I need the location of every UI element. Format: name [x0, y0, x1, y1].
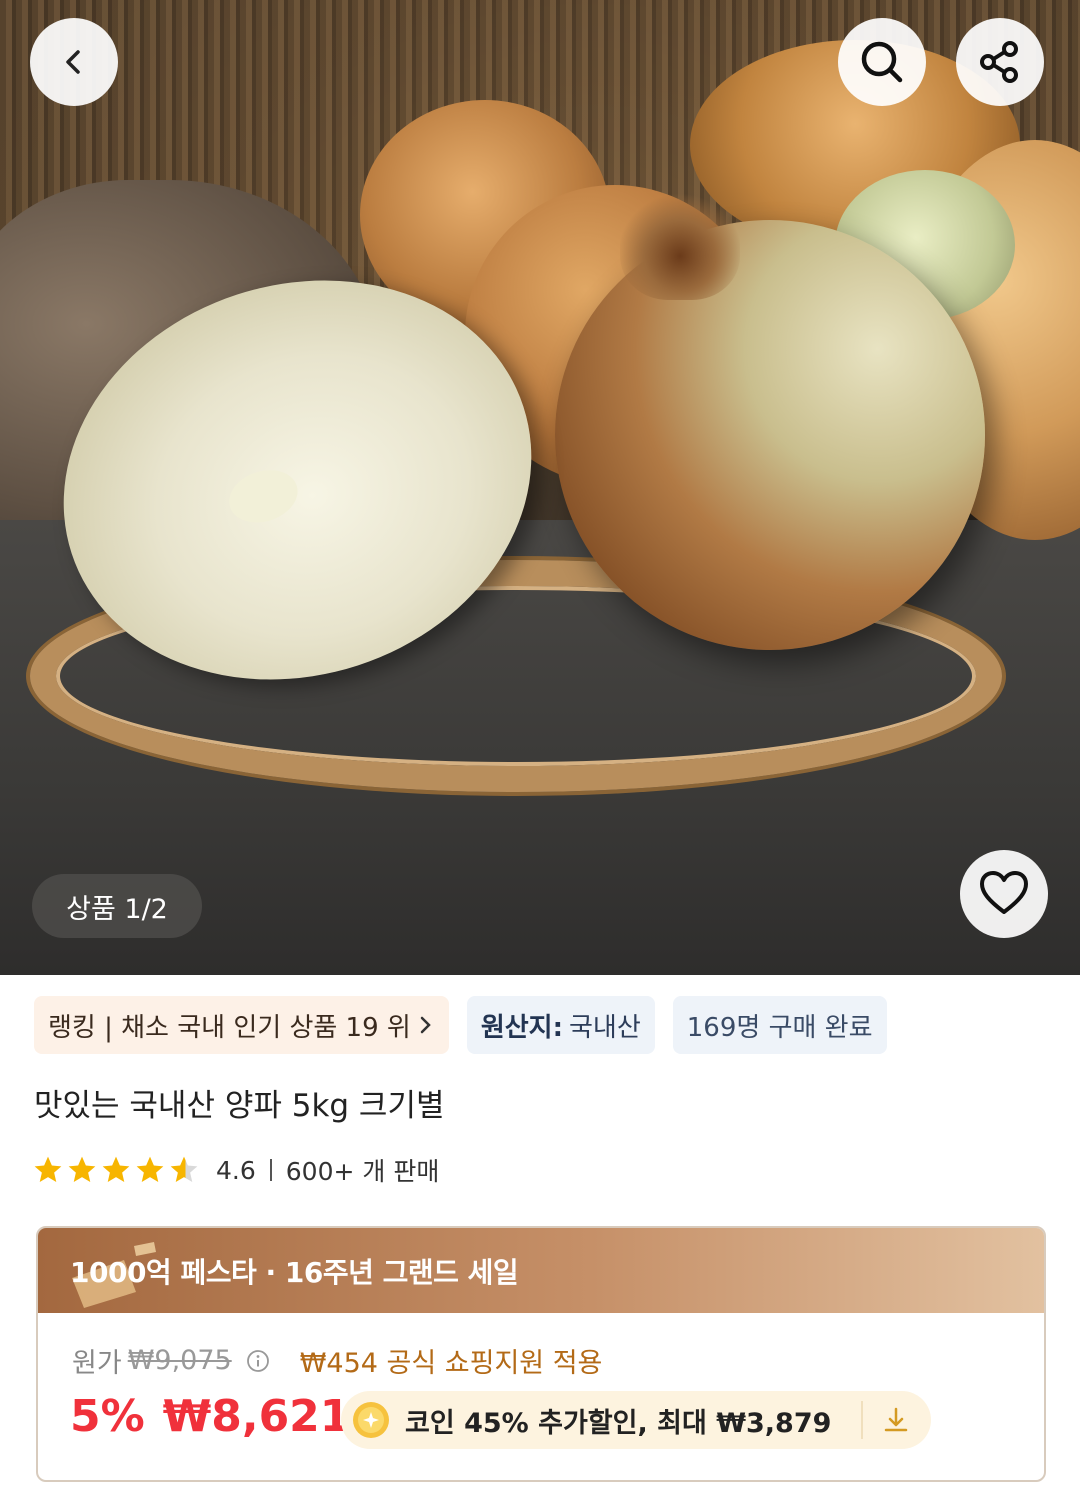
star-half-icon [170, 1156, 198, 1182]
rating-row[interactable]: 4.6 600+ 개 판매 [32, 1150, 439, 1190]
divider [269, 1159, 272, 1181]
star-full-icon [68, 1156, 96, 1182]
purchase-count-chip: 169명 구매 완료 [672, 996, 887, 1054]
product-title: 맛있는 국내산 양파 5kg 크기별 [34, 1088, 445, 1124]
sale-price: ₩8,621 [162, 1391, 351, 1442]
sold-count: 600+ 개 판매 [285, 1157, 440, 1186]
search-button[interactable] [838, 18, 926, 106]
back-button[interactable] [30, 18, 118, 106]
info-icon[interactable] [246, 1349, 270, 1373]
share-button[interactable] [956, 18, 1044, 106]
origin-value: 국내산 [569, 1012, 641, 1043]
star-full-icon [34, 1156, 62, 1182]
star-rating [32, 1154, 200, 1186]
wishlist-button[interactable] [960, 850, 1048, 938]
share-icon [980, 41, 1018, 83]
origin-chip: 원산지: 국내산 [466, 996, 655, 1054]
onion-root [620, 190, 740, 300]
coin-icon [353, 1402, 389, 1438]
discount-rate: 5% [70, 1391, 145, 1442]
star-full-icon [102, 1156, 130, 1182]
star-full-icon [136, 1156, 164, 1182]
search-icon [861, 41, 903, 83]
price-row: 5% ₩8,621 [70, 1391, 350, 1442]
original-price-label: 원가 [72, 1348, 122, 1379]
deal-box: 1000억 페스타 · 16주년 그랜드 세일 원가 ₩9,075 ₩454 공… [36, 1226, 1046, 1482]
sale-banner-text: 1000억 페스타 · 16주년 그랜드 세일 [70, 1255, 519, 1289]
chevron-right-icon [420, 1016, 431, 1034]
rating-value: 4.6 [216, 1155, 256, 1185]
original-price-row: 원가 ₩9,075 ₩454 공식 쇼핑지원 적용 [72, 1341, 602, 1380]
ranking-text: 랭킹 | 채소 국내 인기 상품 19 위 [48, 1012, 411, 1043]
download-icon[interactable] [881, 1405, 911, 1435]
image-counter: 상품 1/2 [32, 874, 202, 938]
heart-outline-icon [980, 871, 1028, 914]
divider [861, 1401, 863, 1439]
original-price: ₩9,075 [127, 1345, 232, 1376]
coin-discount-button[interactable]: 코인 45% 추가할인, 최대 ₩3,879 [341, 1391, 931, 1449]
sale-banner: 1000억 페스타 · 16주년 그랜드 세일 [38, 1228, 1044, 1313]
product-image[interactable] [0, 0, 1080, 975]
ranking-chip[interactable]: 랭킹 | 채소 국내 인기 상품 19 위 [34, 996, 449, 1054]
shopping-support-text: ₩454 공식 쇼핑지원 적용 [299, 1348, 603, 1379]
onion-whole [555, 220, 985, 650]
origin-label: 원산지: [480, 1012, 563, 1043]
chevron-left-icon [66, 50, 80, 74]
info-chips: 랭킹 | 채소 국내 인기 상품 19 위 원산지: 국내산 169명 구매 완… [34, 996, 887, 1054]
coin-discount-text: 코인 45% 추가할인, 최대 ₩3,879 [405, 1407, 832, 1439]
